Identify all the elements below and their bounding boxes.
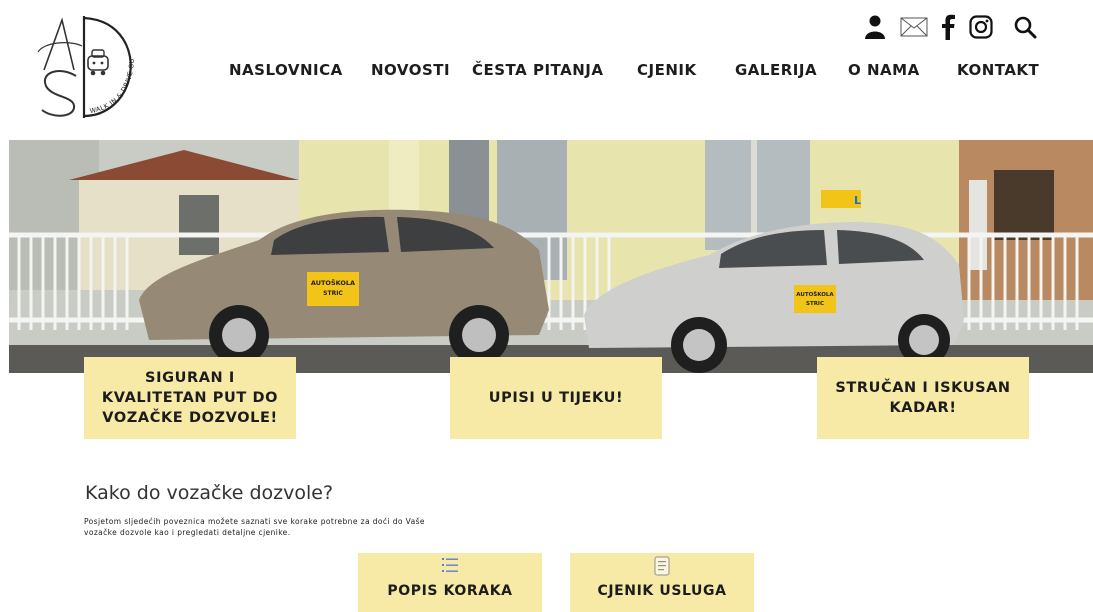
- car-sign-right-title: AUTOŠKOLA: [796, 291, 834, 298]
- search-icon[interactable]: [1012, 14, 1038, 40]
- roof-sign-letter: L: [854, 194, 861, 207]
- car-sign-right-name: STRIC: [806, 301, 824, 307]
- nav-item-galerija[interactable]: GALERIJA: [735, 61, 817, 79]
- main-nav: NASLOVNICA NOVOSTI ČESTA PITANJA CJENIK …: [0, 61, 1093, 83]
- nav-item-naslovnica[interactable]: NASLOVNICA: [229, 61, 343, 79]
- hero-image: AUTOŠKOLA STRIC L AUTOŠKOLA STRIC: [9, 140, 1093, 373]
- nav-item-cjenik[interactable]: CJENIK: [637, 61, 697, 79]
- nav-item-kontakt[interactable]: KONTAKT: [957, 61, 1039, 79]
- user-icon[interactable]: [862, 14, 888, 40]
- nav-item-o-nama[interactable]: O NAMA: [848, 61, 920, 79]
- feature-label-safe-path: SIGURAN I KVALITETAN PUT DO VOZAČKE DOZV…: [101, 370, 279, 426]
- feature-label-enrollment: UPISI U TIJEKU!: [488, 390, 624, 406]
- section-description: Posjetom sljedećih poveznica možete sazn…: [84, 517, 425, 537]
- list-icon: [441, 556, 459, 578]
- feature-box-staff: STRUČAN I ISKUSAN KADAR!: [817, 357, 1029, 439]
- feature-box-safe-path: SIGURAN I KVALITETAN PUT DO VOZAČKE DOZV…: [84, 357, 296, 439]
- car-sign-left-title: AUTOŠKOLA: [311, 278, 355, 287]
- instagram-icon[interactable]: [968, 14, 994, 40]
- feature-label-staff: STRUČAN I ISKUSAN KADAR!: [835, 380, 1011, 416]
- nav-item-cesta-pitanja[interactable]: ČESTA PITANJA: [472, 61, 603, 79]
- document-icon: [653, 556, 671, 580]
- steps-list-button[interactable]: POPIS KORAKA: [358, 553, 542, 612]
- price-list-label: CJENIK USLUGA: [597, 583, 727, 599]
- steps-list-label: POPIS KORAKA: [387, 583, 513, 599]
- section-title: Kako do vozačke dozvole?: [85, 482, 334, 504]
- nav-item-novosti[interactable]: NOVOSTI: [371, 61, 450, 79]
- utility-bar: [862, 14, 1042, 42]
- feature-box-enrollment: UPISI U TIJEKU!: [450, 357, 662, 439]
- mail-icon[interactable]: [899, 14, 929, 40]
- hero-illustration: AUTOŠKOLA STRIC L AUTOŠKOLA STRIC: [9, 140, 1093, 373]
- car-sign-left-name: STRIC: [323, 290, 343, 297]
- facebook-icon[interactable]: [940, 14, 956, 40]
- price-list-button[interactable]: CJENIK USLUGA: [570, 553, 754, 612]
